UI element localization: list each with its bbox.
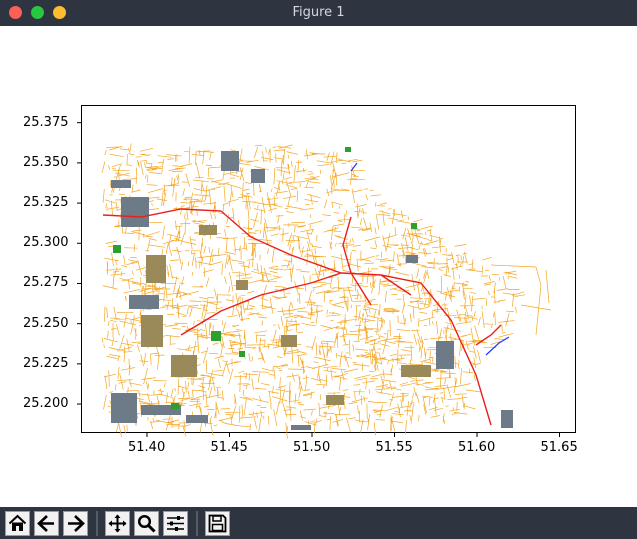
pan-button[interactable] xyxy=(105,511,130,536)
built-area-block xyxy=(326,395,344,405)
arrow-left-icon xyxy=(37,515,54,532)
x-tick-label: 51.65 xyxy=(540,440,578,455)
building-block xyxy=(251,169,265,183)
park-area xyxy=(411,223,417,229)
building-block xyxy=(501,410,513,428)
building-block xyxy=(111,180,131,188)
y-tick-label: 25.225 xyxy=(23,355,69,371)
zoom-button[interactable] xyxy=(134,511,159,536)
building-block xyxy=(291,425,311,430)
y-tick-label: 25.250 xyxy=(23,315,69,331)
forward-button[interactable] xyxy=(63,511,88,536)
building-block xyxy=(221,151,239,171)
sliders-icon xyxy=(167,516,184,531)
built-area-block xyxy=(141,315,163,347)
built-area-block xyxy=(146,255,166,283)
built-area-block xyxy=(199,225,217,235)
park-area xyxy=(171,403,179,409)
y-tick-label: 25.325 xyxy=(23,195,69,211)
move-icon xyxy=(108,514,127,533)
x-tick-label: 51.60 xyxy=(458,440,496,455)
figure-canvas[interactable]: 51.40 51.45 51.50 51.55 51.60 51.65 25.200 25.2… xyxy=(0,26,637,507)
y-tick-label: 25.275 xyxy=(23,275,69,291)
built-area-block xyxy=(281,335,297,347)
y-tick-label: 25.300 xyxy=(23,235,69,251)
configure-button[interactable] xyxy=(163,511,188,536)
y-tick-label: 25.200 xyxy=(23,396,69,412)
building-block xyxy=(129,295,159,309)
home-button[interactable] xyxy=(5,511,30,536)
magnifier-icon xyxy=(137,514,156,533)
built-area-block xyxy=(236,280,248,290)
x-tick-label: 51.40 xyxy=(128,440,166,455)
building-block xyxy=(406,255,418,263)
toolbar-separator xyxy=(96,511,98,536)
building-block xyxy=(121,197,149,227)
park-area xyxy=(211,331,221,341)
building-block xyxy=(111,393,137,423)
built-area-block xyxy=(171,355,197,377)
x-tick-label: 51.55 xyxy=(375,440,413,455)
built-area-block xyxy=(401,365,431,377)
park-area xyxy=(239,351,245,357)
navigation-toolbar xyxy=(0,507,637,539)
y-tick-label: 25.375 xyxy=(23,114,69,130)
park-area xyxy=(113,245,121,253)
x-tick-label: 51.45 xyxy=(210,440,248,455)
window-titlebar: Figure 1 xyxy=(0,0,637,26)
map-axes[interactable] xyxy=(77,105,576,439)
arrow-right-icon xyxy=(68,515,85,532)
home-icon xyxy=(8,514,27,531)
back-button[interactable] xyxy=(34,511,59,536)
floppy-disk-icon xyxy=(208,514,227,533)
y-tick-label: 25.350 xyxy=(23,154,69,170)
window-title: Figure 1 xyxy=(292,5,345,20)
save-button[interactable] xyxy=(205,511,230,536)
x-tick-label: 51.50 xyxy=(293,440,331,455)
park-area xyxy=(345,147,351,152)
toolbar-separator xyxy=(196,511,198,536)
building-block xyxy=(186,415,208,423)
building-block xyxy=(436,341,454,369)
